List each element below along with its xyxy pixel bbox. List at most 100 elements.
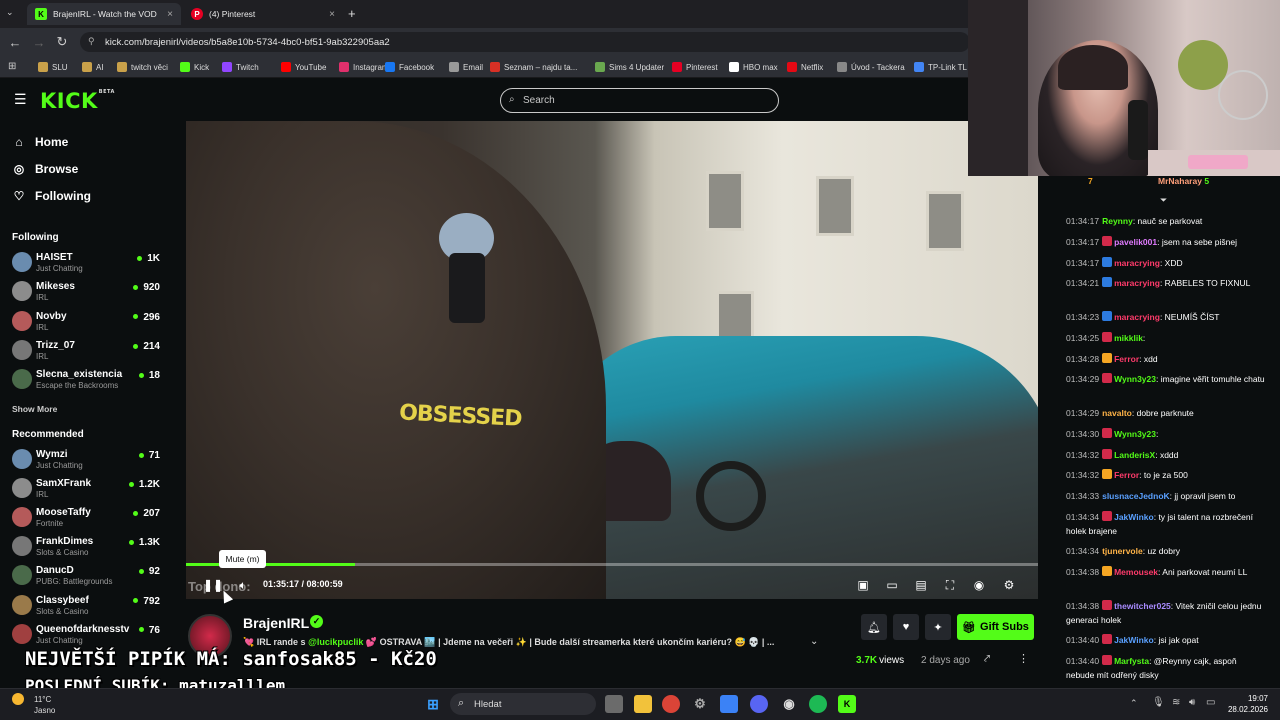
chat-username[interactable]: slusnaceJednoK [1102, 491, 1170, 501]
obs-icon[interactable]: ◉ [780, 695, 798, 713]
pause-icon[interactable]: ❚❚ [203, 577, 223, 593]
bookmark-item[interactable]: Sims 4 Updater [595, 60, 664, 74]
tab-kick[interactable]: K BrajenIRL - Watch the VOD × [27, 3, 181, 25]
reload-icon[interactable]: ↻ [53, 33, 71, 51]
search-input[interactable]: ⌕ Search [500, 88, 779, 113]
close-tab-icon[interactable]: × [329, 9, 335, 20]
title-mention[interactable]: @lucikpuclik [308, 637, 363, 647]
sidebar-channel[interactable]: FrankDimes Slots & Casino 1.3K [12, 535, 160, 561]
bookmark-item[interactable]: Kick [180, 60, 209, 74]
clip-icon[interactable]: ◉ [971, 577, 987, 593]
sidebar-channel[interactable]: Classybeef Slots & Casino 792 [12, 594, 160, 620]
back-icon[interactable]: ← [6, 33, 24, 51]
captions-icon[interactable]: ▤ [913, 577, 929, 593]
bookmark-item[interactable]: Email [449, 60, 483, 74]
chat-username[interactable]: pavelik001 [1114, 237, 1157, 247]
video-player[interactable]: OBSESSED [186, 121, 1038, 599]
battery-icon[interactable]: ▭ [1206, 697, 1215, 708]
bookmark-item[interactable]: Instagram [339, 60, 389, 74]
tab-list-chevron-icon[interactable]: ⌄ [6, 7, 20, 21]
miniplayer-icon[interactable]: ▣ [855, 577, 871, 593]
chat-username[interactable]: Ferror [1114, 354, 1139, 364]
sparkle-button[interactable]: ✦ [925, 614, 951, 640]
chat-username[interactable]: thewitcher025 [1114, 601, 1171, 611]
bookmark-item[interactable]: Seznam – najdu ta... [490, 60, 577, 74]
sidebar-channel[interactable]: Mikeses IRL 920 [12, 280, 160, 306]
tab-pinterest[interactable]: P (4) Pinterest × [183, 3, 343, 25]
microphone-icon[interactable]: 🎙︎ [1152, 697, 1165, 708]
wifi-icon[interactable]: ≋ [1172, 697, 1180, 708]
chat-username[interactable]: Marfysta [1114, 656, 1149, 666]
weather-widget[interactable]: 11°C Jasno [34, 694, 55, 716]
chat-username[interactable]: JakWinko [1114, 512, 1154, 522]
bookmark-item[interactable]: SLU [38, 60, 68, 74]
bookmark-item[interactable]: Facebook [385, 60, 434, 74]
gift-subs-button[interactable]: 🎁︎ Gift Subs [957, 614, 1034, 640]
nav-following[interactable]: ♡ Following [12, 186, 91, 206]
chat-username[interactable]: mikklik [1114, 333, 1143, 343]
bookmark-item[interactable]: YouTube [281, 60, 326, 74]
chrome-icon[interactable] [662, 695, 680, 713]
chat-username[interactable]: maracrying [1114, 258, 1160, 268]
discord-icon[interactable] [750, 695, 768, 713]
bookmark-item[interactable]: Úvod - Tackera [837, 60, 905, 74]
sidebar-channel[interactable]: HAISET Just Chatting 1K [12, 251, 160, 277]
apps-grid-icon[interactable]: ⊞ [8, 61, 19, 72]
nav-home[interactable]: ⌂ Home [12, 132, 68, 152]
chat-username[interactable]: tjunervole [1102, 546, 1143, 556]
bookmark-item[interactable]: Twitch [222, 60, 259, 74]
chat-username[interactable]: navalto [1102, 408, 1132, 418]
theater-icon[interactable]: ▭ [884, 577, 900, 593]
expand-title-icon[interactable]: ⌄ [810, 636, 818, 647]
taskbar-clock[interactable]: 19:07 28.02.2026 [1216, 693, 1268, 715]
close-tab-icon[interactable]: × [167, 9, 173, 20]
forward-icon[interactable]: → [30, 33, 48, 51]
kick-app-icon[interactable]: K [838, 695, 856, 713]
chat-username[interactable]: LanderisX [1114, 450, 1155, 460]
menu-hamburger-icon[interactable]: ☰ [14, 92, 28, 106]
chat-username[interactable]: JakWinko [1114, 635, 1154, 645]
chat-username[interactable]: Wynn3y23 [1114, 429, 1156, 439]
chat-username[interactable]: Ferror [1114, 470, 1139, 480]
bookmark-item[interactable]: twitch věci [117, 60, 168, 74]
tray-chevron-icon[interactable]: ⌃ [1130, 698, 1138, 709]
nav-browse[interactable]: ◎ Browse [12, 159, 79, 179]
bookmark-item[interactable]: Pinterest [672, 60, 718, 74]
file-explorer-icon[interactable] [634, 695, 652, 713]
sidebar-channel[interactable]: Queenofdarknesstv Just Chatting 76 [12, 623, 160, 649]
speaker-icon[interactable]: 🔊︎ [1189, 697, 1195, 708]
new-tab-icon[interactable]: + [348, 6, 356, 21]
chat-username[interactable]: Wynn3y23 [1114, 374, 1156, 384]
channel-name[interactable]: BrajenIRL [243, 615, 309, 631]
follow-button[interactable]: ♥ [893, 614, 919, 640]
chat-username[interactable]: Reynny [1102, 216, 1133, 226]
bookmark-item[interactable]: AI [82, 60, 104, 74]
url-field[interactable]: ⚲ kick.com/brajenirl/videos/b5a8e10b-573… [80, 32, 970, 52]
chat-username[interactable]: maracrying [1114, 278, 1160, 288]
notification-bell-button[interactable]: 🔔︎ [861, 614, 887, 640]
settings-gear-icon[interactable]: ⚙ [1001, 577, 1017, 593]
sidebar-channel[interactable]: Slecna_existencia Escape the Backrooms 18 [12, 368, 160, 394]
share-icon[interactable]: ⤤ [984, 653, 990, 666]
windows-start-icon[interactable]: ⊞ [424, 695, 442, 713]
sidebar-channel[interactable]: Trizz_07 IRL 214 [12, 339, 160, 365]
site-info-icon[interactable]: ⚲ [88, 36, 95, 47]
sidebar-channel[interactable]: SamXFrank IRL 1.2K [12, 477, 160, 503]
bookmark-item[interactable]: TP-Link TL [914, 60, 967, 74]
taskbar-search[interactable]: ⌕ Hledat [450, 693, 596, 715]
chat-username[interactable]: maracrying [1114, 312, 1160, 322]
more-options-icon[interactable]: ⋮ [1018, 652, 1029, 665]
kick-logo[interactable]: KICKBETA [40, 89, 115, 113]
fullscreen-icon[interactable]: ⛶ [942, 577, 958, 593]
sidebar-channel[interactable]: DanucD PUBG: Battlegrounds 92 [12, 564, 160, 590]
task-view-icon[interactable] [605, 695, 623, 713]
sidebar-channel[interactable]: MooseTaffy Fortnite 207 [12, 506, 160, 532]
photos-icon[interactable] [720, 695, 738, 713]
volume-icon[interactable]: 🔈︎ [235, 577, 251, 593]
sidebar-channel[interactable]: Wymzi Just Chatting 71 [12, 448, 160, 474]
bookmark-item[interactable]: HBO max [729, 60, 778, 74]
show-more-link[interactable]: Show More [12, 404, 57, 414]
bookmark-item[interactable]: Netflix [787, 60, 823, 74]
sidebar-channel[interactable]: Novby IRL 296 [12, 310, 160, 336]
chat-username[interactable]: Memousek [1114, 567, 1158, 577]
